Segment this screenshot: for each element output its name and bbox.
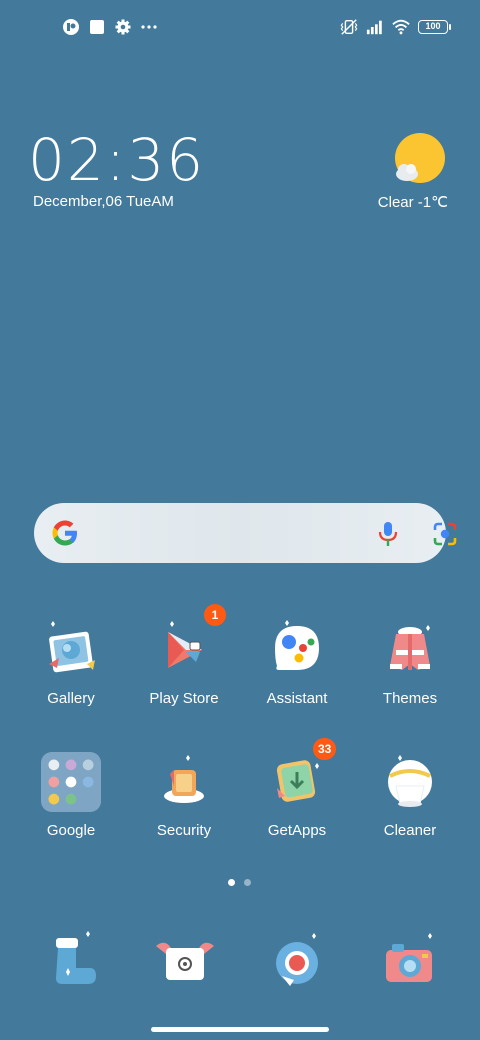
app-themes[interactable]: Themes <box>354 620 466 730</box>
battery-icon: 100 <box>418 20 451 34</box>
status-bar-right: 100 <box>340 18 451 36</box>
messages-envelope-icon[interactable] <box>150 928 220 998</box>
app-label: Assistant <box>266 690 328 707</box>
app-label: GetApps <box>267 822 327 839</box>
wifi-icon <box>392 19 410 35</box>
themes-icon <box>390 625 430 670</box>
home-indicator[interactable] <box>151 1027 329 1032</box>
app-getapps[interactable]: 33 GetApps <box>241 738 353 862</box>
notification-app-icon <box>63 19 79 35</box>
app-gallery[interactable]: Gallery <box>15 620 127 730</box>
camera-icon[interactable] <box>374 928 444 998</box>
app-label: Security <box>156 822 212 839</box>
vibrate-off-icon <box>340 19 358 35</box>
chrome-icon[interactable] <box>262 928 332 998</box>
getapps-icon <box>276 760 319 802</box>
app-google-folder[interactable]: Google <box>15 752 127 862</box>
status-bar-left <box>62 18 158 36</box>
phone-stocking-icon[interactable] <box>36 928 106 998</box>
gallery-icon <box>49 621 95 673</box>
app-label: Google <box>46 822 96 839</box>
app-play-store[interactable]: 1 Play Store <box>128 604 240 730</box>
app-cleaner[interactable]: Cleaner <box>354 752 466 862</box>
microphone-icon[interactable] <box>376 521 400 547</box>
notification-badge: 1 <box>204 604 226 626</box>
page-dot-1[interactable] <box>228 879 235 886</box>
google-logo-icon <box>52 520 77 546</box>
sun-cloud-icon[interactable] <box>392 132 448 188</box>
play-store-icon <box>168 621 202 668</box>
page-dot-2[interactable] <box>244 879 251 886</box>
app-label: Themes <box>382 690 438 707</box>
assistant-icon <box>275 620 319 670</box>
google-folder-icon <box>41 752 101 812</box>
google-search-bar[interactable] <box>34 503 457 563</box>
app-label: Cleaner <box>383 822 437 839</box>
weather-condition[interactable]: Clear -1℃ <box>378 193 448 211</box>
more-dots-icon <box>141 25 157 29</box>
clock-time[interactable]: 02:36 <box>28 128 205 192</box>
app-assistant[interactable]: Assistant <box>241 620 353 730</box>
clock-date[interactable]: December,06 TueAM <box>33 193 174 210</box>
signal-icon <box>366 20 382 35</box>
notification-badge: 33 <box>313 738 337 760</box>
app-label: Play Store <box>149 690 219 707</box>
page-indicator <box>228 879 251 886</box>
app-label: Gallery <box>47 690 95 707</box>
square-icon <box>90 20 104 34</box>
lens-camera-icon[interactable] <box>432 521 458 547</box>
settings-icon <box>115 19 131 35</box>
status-bar: 100 <box>0 14 480 40</box>
security-icon <box>164 755 204 803</box>
app-security[interactable]: Security <box>128 752 240 862</box>
cleaner-icon <box>388 755 432 807</box>
